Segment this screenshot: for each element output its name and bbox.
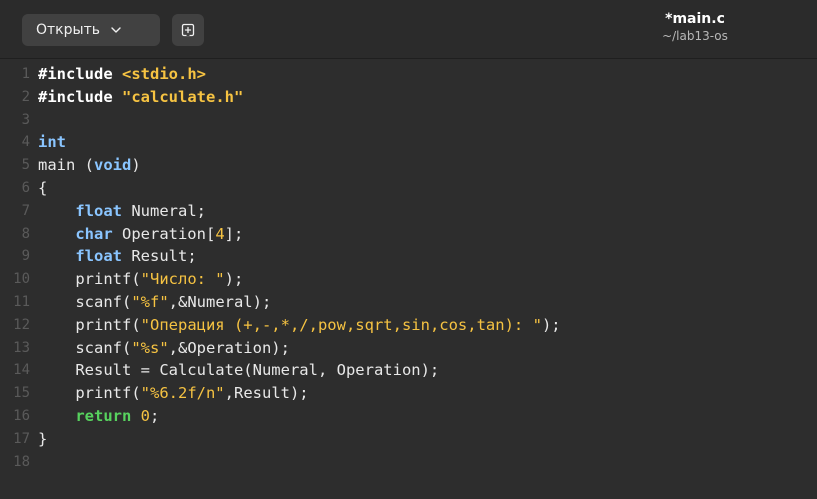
code-line[interactable]: #include "calculate.h" <box>38 86 817 109</box>
return-keyword: return <box>75 406 132 425</box>
code-token: ); <box>224 270 244 289</box>
keyword: void <box>94 156 132 175</box>
code-line[interactable]: printf("Операция (+,-,*,/,pow,sqrt,sin,c… <box>38 314 817 337</box>
code-line[interactable] <box>38 451 817 474</box>
preprocessor-directive: #include <box>38 87 122 106</box>
window-title-area: *main.c ~/lab13-os <box>600 10 790 44</box>
code-token: scanf( <box>38 338 132 357</box>
keyword: float <box>75 247 122 266</box>
line-number: 1 <box>21 66 30 82</box>
line-number: 10 <box>13 271 30 288</box>
code-token: ); <box>541 315 561 334</box>
code-token: ]; <box>224 224 244 243</box>
code-line[interactable]: return 0; <box>38 405 817 428</box>
code-line[interactable] <box>38 109 817 132</box>
header-bar: Открыть *main.c ~/lab13-os <box>0 0 817 59</box>
include-path: <stdio.h> <box>122 65 206 83</box>
code-token: main ( <box>38 156 94 175</box>
line-number: 12 <box>13 316 30 333</box>
document-title: *main.c <box>665 11 725 27</box>
line-number: 7 <box>21 202 30 219</box>
code-line[interactable]: Result = Calculate(Numeral, Operation); <box>38 359 817 382</box>
line-number: 18 <box>13 453 30 470</box>
text-editor-window: Открыть *main.c ~/lab13-os 1 2 3 4 5 6 7 <box>0 0 817 499</box>
code-line[interactable]: float Result; <box>38 245 817 268</box>
new-document-icon <box>181 23 195 37</box>
code-line[interactable]: scanf("%f",&Numeral); <box>38 291 817 314</box>
line-number: 16 <box>13 407 30 424</box>
code-token: printf( <box>38 315 141 334</box>
code-token: Numeral; <box>122 201 206 220</box>
code-line[interactable]: char Operation[4]; <box>38 223 817 246</box>
open-button[interactable]: Открыть <box>22 14 160 46</box>
new-document-button[interactable] <box>172 14 204 46</box>
line-number: 13 <box>13 339 30 356</box>
code-token: { <box>38 178 48 197</box>
code-line[interactable]: printf("%6.2f/n",Result); <box>38 382 817 405</box>
line-number: 5 <box>21 157 30 174</box>
chevron-down-icon <box>111 27 121 33</box>
code-token: printf( <box>38 384 141 403</box>
code-line[interactable]: scanf("%s",&Operation); <box>38 337 817 360</box>
keyword: char <box>75 224 113 243</box>
open-button-label: Открыть <box>36 22 100 38</box>
keyword: int <box>38 133 66 152</box>
line-number: 15 <box>13 385 30 402</box>
code-token: printf( <box>38 270 141 289</box>
line-number: 8 <box>21 225 30 242</box>
code-line[interactable]: #include <stdio.h> <box>38 63 817 86</box>
code-editor[interactable]: 1 2 3 4 5 6 7 8 9 10 11 12 13 14 15 16 1… <box>0 59 817 499</box>
line-number: 14 <box>13 362 30 379</box>
code-line[interactable]: int <box>38 131 817 154</box>
code-line[interactable]: main (void) <box>38 154 817 177</box>
line-number: 6 <box>21 179 30 196</box>
code-token: Result = Calculate(Numeral, Operation); <box>38 361 440 380</box>
string-literal: "%6.2f/n" <box>140 384 225 403</box>
number-literal: 4 <box>215 224 225 243</box>
code-token: } <box>38 429 48 448</box>
keyword: float <box>75 201 122 220</box>
code-line[interactable]: float Numeral; <box>38 200 817 223</box>
code-token: Operation[ <box>112 224 216 243</box>
string-literal: "%f" <box>131 292 169 311</box>
include-path: "calculate.h" <box>122 87 244 106</box>
code-token: Result; <box>122 247 197 266</box>
code-token: ) <box>131 156 141 175</box>
preprocessor-directive: #include <box>38 65 122 83</box>
line-number: 4 <box>21 134 30 151</box>
code-token: ,&Numeral); <box>168 292 272 311</box>
string-literal: "Операция (+,-,*,/,pow,sqrt,sin,cos,tan)… <box>140 315 542 334</box>
code-token: ; <box>150 406 160 425</box>
line-number: 2 <box>21 88 30 105</box>
line-number-gutter: 1 2 3 4 5 6 7 8 9 10 11 12 13 14 15 16 1… <box>0 63 32 473</box>
code-token: scanf( <box>38 292 132 311</box>
code-line[interactable]: { <box>38 177 817 200</box>
code-line[interactable]: } <box>38 428 817 451</box>
code-line[interactable]: printf("Число: "); <box>38 268 817 291</box>
string-literal: "%s" <box>131 338 169 357</box>
line-number: 3 <box>21 111 30 128</box>
string-literal: "Число: " <box>140 270 225 289</box>
code-token: ,&Operation); <box>168 338 290 357</box>
line-number: 17 <box>13 430 30 447</box>
document-path: ~/lab13-os <box>662 29 728 43</box>
line-number: 11 <box>13 293 30 310</box>
line-number: 9 <box>21 248 30 265</box>
number-literal: 0 <box>140 406 151 425</box>
code-text[interactable]: #include <stdio.h> #include "calculate.h… <box>38 63 817 473</box>
code-token: ,Result); <box>224 384 309 403</box>
